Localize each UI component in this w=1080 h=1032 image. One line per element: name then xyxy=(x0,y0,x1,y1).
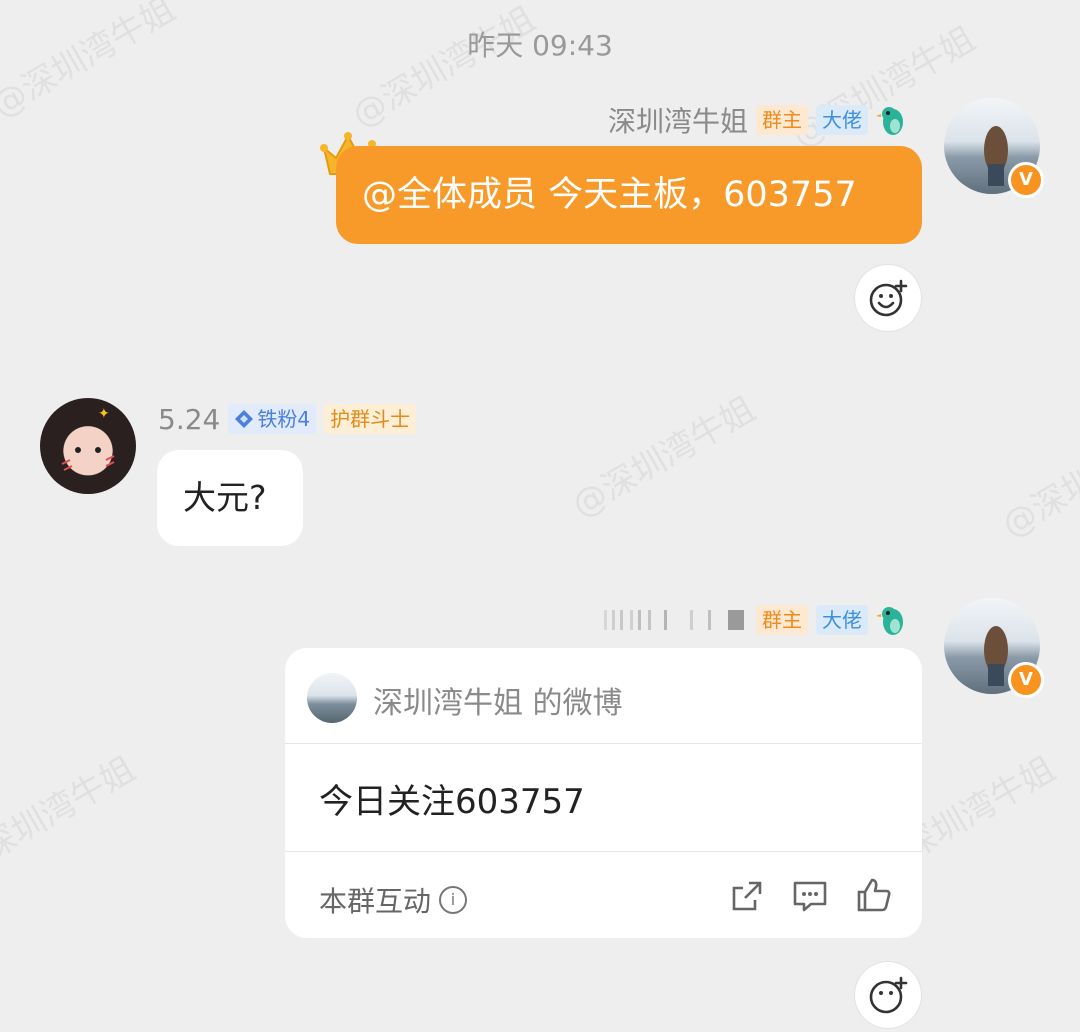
divider xyxy=(285,851,922,852)
card-content[interactable]: 今日关注603757 xyxy=(319,774,585,823)
sender-name[interactable]: 深圳湾牛姐 xyxy=(608,100,748,140)
fan-level-badge: 铁粉4 xyxy=(228,404,317,434)
card-footer-label-group[interactable]: 本群互动 i xyxy=(319,880,468,920)
verified-badge: V xyxy=(1008,162,1044,198)
owner-badge: 群主 xyxy=(756,105,808,135)
message-text: 大元? xyxy=(183,478,267,517)
message-bubble[interactable]: 大元? xyxy=(157,450,303,546)
watermark: @深圳湾牛姐 xyxy=(565,389,763,526)
sender-header: 群主 大佬 xyxy=(604,600,910,640)
sender-name[interactable]: 5.24 xyxy=(158,403,220,436)
watermark: @深圳湾牛姐 xyxy=(345,0,543,136)
watermark: @深圳湾牛姐 xyxy=(995,409,1080,546)
fan-diamond-icon xyxy=(235,410,254,428)
info-icon[interactable]: i xyxy=(439,886,468,914)
owner-badge: 群主 xyxy=(756,605,808,635)
message-timestamp: 昨天 09:43 xyxy=(467,29,613,62)
card-source[interactable]: 深圳湾牛姐 的微博 xyxy=(373,678,623,722)
emoji-react-icon xyxy=(869,976,908,1014)
message-bubble[interactable]: @全体成员 今天主板，603757 xyxy=(336,146,922,244)
verified-badge: V xyxy=(1008,662,1044,698)
sender-header: 深圳湾牛姐 群主 大佬 xyxy=(608,100,910,140)
share-icon[interactable] xyxy=(729,878,765,914)
emoji-react-button[interactable] xyxy=(855,962,921,1028)
svg-text:✦: ✦ xyxy=(98,406,110,422)
fan-level-label: 铁粉4 xyxy=(257,407,311,431)
watermark: @深圳湾牛姐 xyxy=(0,749,143,886)
card-footer-label: 本群互动 xyxy=(319,885,432,918)
comment-icon[interactable] xyxy=(791,878,829,914)
guard-badge: 护群斗士 xyxy=(324,404,417,434)
boss-badge: 大佬 xyxy=(816,605,868,635)
divider xyxy=(285,743,922,744)
boss-badge: 大佬 xyxy=(816,105,868,135)
emoji-react-button[interactable] xyxy=(855,265,921,331)
avatar[interactable]: ✦ xyxy=(40,398,136,494)
sender-name-obscured xyxy=(604,610,744,630)
sender-header: 5.24 铁粉4 护群斗士 xyxy=(158,402,417,436)
avatar-face: ✦ xyxy=(61,406,115,471)
weibo-share-card[interactable]: 深圳湾牛姐 的微博 今日关注603757 本群互动 i xyxy=(285,648,922,938)
card-source-avatar xyxy=(307,673,357,723)
bird-icon xyxy=(876,607,903,635)
bird-icon xyxy=(876,107,903,135)
like-icon[interactable] xyxy=(855,876,893,914)
emoji-react-icon xyxy=(869,279,908,317)
